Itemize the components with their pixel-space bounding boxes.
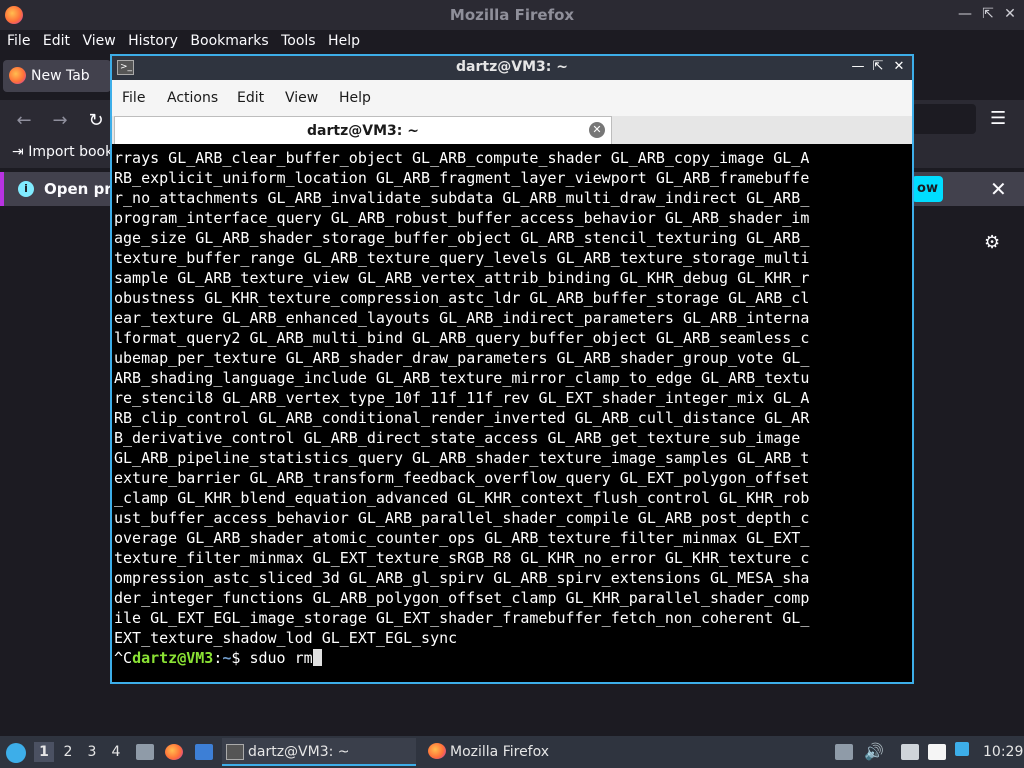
terminal-output-line: B_derivative_control GL_ARB_direct_state… xyxy=(114,429,801,447)
volume-icon[interactable]: 🔊 xyxy=(864,736,884,768)
terminal-output-line: sample GL_ARB_texture_view GL_ARB_vertex… xyxy=(114,269,810,287)
notification-close-icon[interactable]: ✕ xyxy=(990,177,1007,201)
terminal-tab-close-icon[interactable]: ✕ xyxy=(589,122,605,138)
terminal-prompt-line: ^Cdartz@VM3:~$ sduo rm xyxy=(114,648,910,668)
minimize-icon[interactable]: — xyxy=(955,4,975,24)
firefox-taskbar-icon xyxy=(428,743,446,759)
terminal-menu-actions[interactable]: Actions xyxy=(167,90,218,106)
maximize-icon[interactable]: ⇱ xyxy=(978,4,998,24)
menu-view[interactable]: View xyxy=(82,30,115,52)
terminal-titlebar: >_ dartz@VM3: ~ — ⇱ ✕ xyxy=(112,56,912,80)
firefox-menubar: File Edit View History Bookmarks Tools H… xyxy=(0,30,1024,52)
terminal-output[interactable]: rrays GL_ARB_clear_buffer_object GL_ARB_… xyxy=(114,148,910,682)
terminal-close-icon[interactable]: ✕ xyxy=(890,58,908,76)
terminal-tabbar: dartz@VM3: ~ ✕ xyxy=(112,116,912,144)
terminal-taskbar-icon xyxy=(226,744,244,760)
clock[interactable]: 10:29 xyxy=(983,736,1023,768)
menu-edit[interactable]: Edit xyxy=(43,30,70,52)
network-icon[interactable] xyxy=(901,744,919,760)
update-notifier-icon[interactable] xyxy=(955,742,969,756)
terminal-output-line: EXT_texture_shadow_lod GL_EXT_EGL_sync xyxy=(114,629,458,647)
terminal-minimize-icon[interactable]: — xyxy=(849,58,867,76)
taskbar-window-firefox[interactable]: Mozilla Firefox xyxy=(424,738,614,766)
clipboard-icon[interactable] xyxy=(835,744,853,760)
notification-accent xyxy=(0,172,4,206)
workspace-1[interactable]: 1 xyxy=(34,742,54,762)
menu-bookmarks[interactable]: Bookmarks xyxy=(190,30,268,52)
info-icon: i xyxy=(18,181,34,197)
prompt-user: dartz@VM3 xyxy=(132,649,214,667)
firefox-titlebar: Mozilla Firefox — ⇱ ✕ xyxy=(0,0,1024,30)
terminal-output-line: re_stencil8 GL_ARB_vertex_type_10f_11f_1… xyxy=(114,389,810,407)
taskbar-window-terminal[interactable]: dartz@VM3: ~ xyxy=(222,738,416,766)
terminal-tab-label: dartz@VM3: ~ xyxy=(307,123,419,139)
tab-new-tab[interactable]: New Tab xyxy=(3,60,111,92)
firefox-tab-icon xyxy=(9,67,26,84)
taskbar-window-firefox-label: Mozilla Firefox xyxy=(450,744,550,760)
terminal-output-line: ARB_shading_language_include GL_ARB_text… xyxy=(114,369,810,387)
terminal-window: >_ dartz@VM3: ~ — ⇱ ✕ File Actions Edit … xyxy=(110,54,914,684)
typed-command: sduo rm xyxy=(249,649,313,667)
workspace-2[interactable]: 2 xyxy=(58,742,78,762)
terminal-menu-help[interactable]: Help xyxy=(339,90,371,106)
firefox-launcher-icon[interactable] xyxy=(165,744,183,760)
start-menu-icon[interactable] xyxy=(6,743,26,763)
reload-icon[interactable]: ↻ xyxy=(85,110,107,131)
workspace-3[interactable]: 3 xyxy=(82,742,102,762)
notes-icon[interactable] xyxy=(928,744,946,760)
hamburger-menu-icon[interactable]: ☰ xyxy=(990,108,1006,129)
text-cursor xyxy=(312,649,322,666)
terminal-output-line: texture_filter_minmax GL_EXT_texture_sRG… xyxy=(114,549,810,567)
terminal-maximize-icon[interactable]: ⇱ xyxy=(869,58,887,76)
taskbar-window-terminal-label: dartz@VM3: ~ xyxy=(248,744,350,760)
terminal-output-line: RB_clip_control GL_ARB_conditional_rende… xyxy=(114,409,810,427)
terminal-output-line: lformat_query2 GL_ARB_multi_bind GL_ARB_… xyxy=(114,329,810,347)
terminal-output-line: age_size GL_ARB_shader_storage_buffer_ob… xyxy=(114,229,810,247)
import-bookmarks-label: Import book xyxy=(28,144,114,160)
terminal-output-line: rrays GL_ARB_clear_buffer_object GL_ARB_… xyxy=(114,149,810,167)
url-bar[interactable] xyxy=(912,104,976,134)
desktop-icon[interactable] xyxy=(195,744,213,760)
gear-icon[interactable]: ⚙ xyxy=(984,232,1000,253)
terminal-menubar: File Actions Edit View Help xyxy=(112,80,912,116)
menu-file[interactable]: File xyxy=(7,30,30,52)
terminal-menu-edit[interactable]: Edit xyxy=(237,90,264,106)
terminal-output-line: overage GL_ARB_shader_atomic_counter_ops… xyxy=(114,529,810,547)
terminal-output-line: r_no_attachments GL_ARB_invalidate_subda… xyxy=(114,189,810,207)
terminal-output-line: exture_barrier GL_ARB_transform_feedback… xyxy=(114,469,810,487)
terminal-output-line: ear_texture GL_ARB_enhanced_layouts GL_A… xyxy=(114,309,810,327)
terminal-output-line: obustness GL_KHR_texture_compression_ast… xyxy=(114,289,810,307)
terminal-menu-view[interactable]: View xyxy=(285,90,318,106)
terminal-output-line: GL_ARB_pipeline_statistics_query GL_ARB_… xyxy=(114,449,810,467)
terminal-output-lines: rrays GL_ARB_clear_buffer_object GL_ARB_… xyxy=(114,148,910,648)
terminal-output-line: RB_explicit_uniform_location GL_ARB_frag… xyxy=(114,169,810,187)
prompt-symbol: $ xyxy=(231,649,250,667)
terminal-output-line: ust_buffer_access_behavior GL_ARB_parall… xyxy=(114,509,810,527)
terminal-output-line: texture_buffer_range GL_ARB_texture_quer… xyxy=(114,249,810,267)
menu-tools[interactable]: Tools xyxy=(281,30,316,52)
taskbar: 1 2 3 4 dartz@VM3: ~ Mozilla Firefox 🔊 1… xyxy=(0,736,1024,768)
tab-label: New Tab xyxy=(31,68,90,84)
close-icon[interactable]: ✕ xyxy=(1000,4,1020,24)
file-manager-icon[interactable] xyxy=(136,744,154,760)
terminal-tab[interactable]: dartz@VM3: ~ ✕ xyxy=(114,116,612,144)
notification-action-button[interactable]: ow xyxy=(912,176,943,202)
prompt-prefix: ^C xyxy=(114,649,133,667)
terminal-output-line: ile GL_EXT_EGL_image_storage GL_EXT_shad… xyxy=(114,609,810,627)
terminal-output-line: ubemap_per_texture GL_ARB_shader_draw_pa… xyxy=(114,349,810,367)
back-arrow-icon[interactable]: ← xyxy=(13,110,35,131)
terminal-window-title: dartz@VM3: ~ xyxy=(456,59,568,75)
terminal-output-line: ompression_astc_sliced_3d GL_ARB_gl_spir… xyxy=(114,569,810,587)
import-bookmarks-button[interactable]: ⇥ Import book xyxy=(12,144,113,160)
menu-help[interactable]: Help xyxy=(328,30,360,52)
terminal-menu-file[interactable]: File xyxy=(122,90,145,106)
forward-arrow-icon[interactable]: → xyxy=(49,110,71,131)
workspace-4[interactable]: 4 xyxy=(106,742,126,762)
firefox-window-title: Mozilla Firefox xyxy=(449,6,575,24)
menu-history[interactable]: History xyxy=(128,30,178,52)
terminal-output-line: program_interface_query GL_ARB_robust_bu… xyxy=(114,209,810,227)
terminal-output-line: der_integer_functions GL_ARB_polygon_off… xyxy=(114,589,810,607)
terminal-output-line: _clamp GL_KHR_blend_equation_advanced GL… xyxy=(114,489,810,507)
